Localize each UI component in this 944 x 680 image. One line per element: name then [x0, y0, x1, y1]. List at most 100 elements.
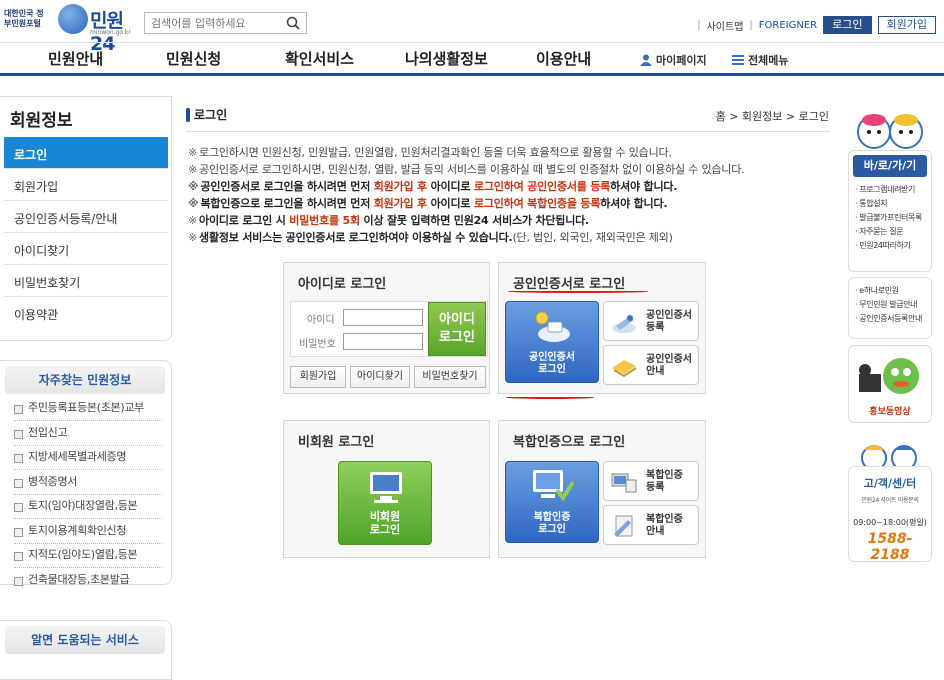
faq-item[interactable]: 건축물대장등,초본발급: [14, 569, 162, 593]
computer-check-icon: [533, 470, 575, 502]
id-login-button[interactable]: 아이디 로그인: [428, 302, 486, 356]
search-icon[interactable]: [286, 16, 300, 30]
notice-line: 공인인증서로 로그인을 하시려면 먼저 회원가입 후 아이디로 로그인하여 공인…: [188, 180, 678, 194]
guest-login-title: 비회원 로그인: [298, 435, 375, 450]
faq-item[interactable]: 토지(임야)대장열람,등본: [14, 495, 162, 519]
notice-line: 복합인증으로 로그인을 하시려면 먼저 회원가입 후 아이디로 로그인하여 복합…: [188, 197, 668, 211]
notice-text: 공인인증서로 로그인을 하시려면 먼저: [200, 180, 374, 193]
faq-box: 자주찾는 민원정보 주민등록표등본(초본)교부 전입신고 지방세세목별과세증명 …: [0, 360, 172, 586]
notice-highlight: 로그인하여 공인인증서를 등록: [473, 180, 611, 193]
faq-item[interactable]: 주민등록표등본(초본)교부: [14, 397, 162, 421]
guest-login-button[interactable]: 비회원 로그인: [338, 461, 432, 545]
main-navigation: 민원안내 민원신청 확인서비스 나의생활정보 이용안내 마이페이지 전체메뉴: [0, 42, 944, 76]
multi-register-button[interactable]: 복합인증 등록: [603, 461, 699, 501]
faq-item[interactable]: 병적증명서: [14, 471, 162, 495]
multi-login-button[interactable]: 복합인증 로그인: [505, 461, 599, 543]
callcenter-title: 고/객/센/터: [863, 477, 917, 490]
nav-usage-guide[interactable]: 이용안내: [536, 48, 591, 69]
notice-line: 공인인증서로 로그인하시면, 민원신청, 열람, 발급 등의 서비스를 이용하실…: [188, 163, 745, 177]
notice-text: 아이디로: [426, 197, 474, 210]
join-button[interactable]: 회원가입: [877, 16, 936, 34]
promo-mascot-icon: [859, 358, 919, 394]
find-pw-button[interactable]: 비밀번호찾기: [414, 366, 486, 388]
allmenu-link[interactable]: 전체메뉴: [732, 52, 788, 68]
password-label: 비밀번호: [299, 339, 336, 350]
divider: |: [697, 19, 701, 31]
nav-verify-service[interactable]: 확인서비스: [285, 48, 354, 69]
faq-item[interactable]: 전입신고: [14, 422, 162, 446]
cert-guide-icon: [612, 360, 637, 378]
id-login-title: 아이디로 로그인: [298, 277, 387, 292]
sidebar-item-terms[interactable]: 이용약관: [4, 297, 168, 329]
notice-text: 하셔야 합니다.: [600, 197, 668, 210]
sidebar-item-join[interactable]: 회원가입: [4, 169, 168, 201]
mascot-icon: [857, 114, 923, 149]
faq-item[interactable]: 토지이용계획확인신청: [14, 520, 162, 544]
breadcrumb-home[interactable]: 홈: [716, 110, 726, 123]
quick-link[interactable]: 발급불가프린터목록: [855, 211, 922, 225]
breadcrumb-section[interactable]: 회원정보: [742, 110, 782, 123]
quick-title: 바/로/가/기: [853, 155, 927, 177]
cert-login-panel: 공인인증서로 로그인 공인인증서 로그인 공인인증서 등록 공인인증서 안내: [498, 262, 706, 394]
quick-menu: 바/로/가/기 프로그램내려받기 통합설치 발급불가프린터목록 자주묻는 질문 …: [848, 110, 932, 272]
multi-login-line1: 복합인증: [533, 512, 571, 523]
sidebar-item-cert-register[interactable]: 공인인증서등록/안내: [4, 201, 168, 233]
multi-register-icon: [611, 473, 637, 493]
faq-item[interactable]: 지방세세목별과세증명: [14, 446, 162, 470]
id-login-panel: 아이디로 로그인 아이디 비밀번호 아이디 로그인 회원가입 아이디찾기 비밀번호…: [283, 262, 490, 394]
annotation-underline: [508, 290, 648, 293]
sitemap-link[interactable]: 사이트맵: [707, 18, 744, 33]
allmenu-label: 전체메뉴: [748, 54, 789, 67]
sidebar-title: 회원정보: [10, 111, 73, 131]
nav-civil-apply[interactable]: 민원신청: [166, 48, 221, 69]
breadcrumb-sep: >: [729, 110, 739, 123]
notice-text: 공인인증서로 로그인하시면, 민원신청, 열람, 발급 등의 서비스를 이용하실…: [199, 163, 745, 176]
join-small-button[interactable]: 회원가입: [290, 366, 346, 388]
cert-login-line2: 로그인: [538, 364, 566, 375]
quick-link[interactable]: 통합설치: [855, 197, 922, 211]
quick-link[interactable]: 공인인증서등록안내: [855, 312, 922, 326]
find-id-button[interactable]: 아이디찾기: [350, 366, 410, 388]
quick-link[interactable]: 프로그램내려받기: [855, 183, 922, 197]
notice-text: 아이디로 로그인 시: [199, 214, 290, 227]
promo-video-box[interactable]: 홍보동영상: [848, 345, 932, 423]
guest-login-line1: 비회원: [369, 510, 401, 523]
faq-title: 자주찾는 민원정보: [5, 366, 165, 394]
quick-link[interactable]: 민원24따라하기: [855, 239, 922, 253]
cert-register-button[interactable]: 공인인증서 등록: [603, 301, 699, 341]
nav-civil-guide[interactable]: 민원안내: [48, 48, 103, 69]
quick-links: 프로그램내려받기 통합설치 발급불가프린터목록 자주묻는 질문 민원24따라하기: [855, 183, 922, 253]
sidebar-item-find-id[interactable]: 아이디찾기: [4, 233, 168, 265]
notice-highlight: 비밀번호를 5회: [289, 214, 360, 227]
callcenter-box: 고/객/센/터 민원24 사이트 이용문의 09:00~18:00(평일) 15…: [848, 440, 932, 563]
multi-guide-line2: 안내: [646, 526, 665, 537]
id-input[interactable]: [343, 309, 423, 326]
breadcrumb-current: 로그인: [798, 110, 829, 123]
login-button[interactable]: 로그인: [823, 16, 872, 34]
nav-my-life-info[interactable]: 나의생활정보: [405, 48, 488, 69]
mypage-link[interactable]: 마이페이지: [640, 52, 707, 68]
sidebar-item-find-pw[interactable]: 비밀번호찾기: [4, 265, 168, 297]
id-login-button-line2: 로그인: [439, 330, 475, 345]
search-input[interactable]: [145, 13, 275, 33]
title-bar-icon: [186, 107, 190, 122]
sidebar-item-login[interactable]: 로그인: [4, 137, 168, 169]
faq-item[interactable]: 지적도(임야도)열람,등본: [14, 544, 162, 568]
page-title: 로그인: [186, 106, 227, 123]
notice-text: 아이디로: [426, 180, 474, 193]
quick-link[interactable]: e하나로민원: [855, 284, 922, 298]
cert-guide-line1: 공인인증서: [646, 354, 692, 365]
foreigner-link[interactable]: FOREIGNER: [759, 20, 817, 31]
cert-login-button[interactable]: 공인인증서 로그인: [505, 301, 599, 383]
notice-line: 로그인하시면 민원신청, 민원발급, 민원열람, 민원처리결과확인 등을 더욱 …: [188, 146, 672, 160]
sidebar-member: 회원정보 로그인 회원가입 공인인증서등록/안내 아이디찾기 비밀번호찾기 이용…: [0, 96, 172, 341]
quick-link[interactable]: 무인민원 발급안내: [855, 298, 922, 312]
multi-guide-button[interactable]: 복합인증 안내: [603, 505, 699, 545]
password-input[interactable]: [343, 333, 423, 350]
site-logo[interactable]: 대한민국 정부민원포털 민원24 minwon.go.kr: [4, 4, 138, 55]
cert-guide-button[interactable]: 공인인증서 안내: [603, 345, 699, 385]
quick-link[interactable]: 자주묻는 질문: [855, 225, 922, 239]
notice-text: 이상 잘못 입력하면 민원24 서비스가 차단됩니다.: [359, 214, 590, 227]
breadcrumb: 홈 > 회원정보 > 로그인: [716, 108, 829, 124]
breadcrumb-sep: >: [785, 110, 796, 123]
